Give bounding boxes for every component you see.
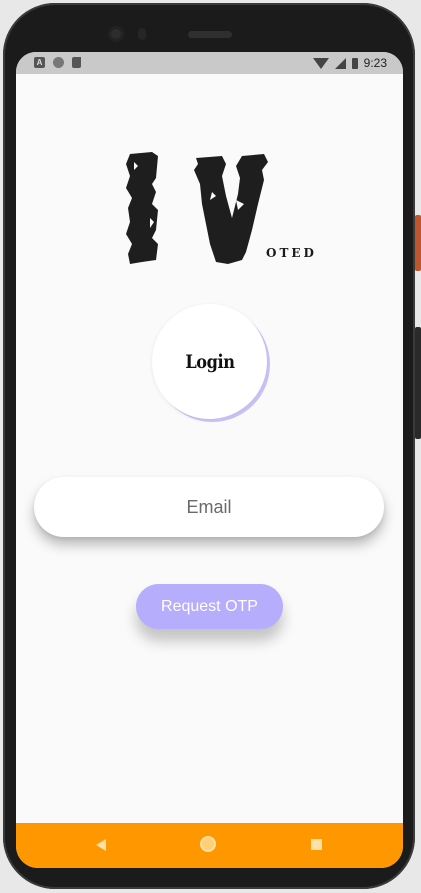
speaker-grille [188, 31, 232, 38]
recents-icon[interactable] [311, 839, 322, 850]
email-field[interactable] [34, 477, 384, 537]
camera-icon [108, 26, 124, 42]
system-nav-bar [16, 823, 403, 868]
logo-subtext: OTED [266, 246, 317, 260]
logo-letter-i [126, 152, 158, 264]
login-title: Login [184, 350, 235, 373]
wifi-icon [312, 57, 329, 69]
circle-icon [53, 57, 64, 68]
logo-letter-v [194, 154, 268, 264]
status-right-icons: 9:23 [312, 56, 387, 70]
login-badge: Login [152, 304, 267, 419]
home-icon[interactable] [200, 836, 216, 852]
sd-card-icon [72, 57, 81, 68]
back-icon[interactable] [96, 839, 106, 851]
signal-icon [334, 57, 346, 69]
sensor-icon [138, 28, 146, 40]
request-otp-button[interactable]: Request OTP [136, 584, 283, 629]
battery-icon [351, 57, 358, 69]
status-bar: A 9:23 [16, 52, 403, 74]
app-screen: A 9:23 OTED Login Requ [16, 52, 403, 868]
status-left-icons: A [34, 57, 81, 68]
power-button [415, 215, 421, 271]
device-frame: A 9:23 OTED Login Requ [0, 0, 421, 893]
status-time: 9:23 [363, 56, 387, 70]
a-icon: A [34, 57, 45, 68]
volume-button [415, 327, 421, 439]
